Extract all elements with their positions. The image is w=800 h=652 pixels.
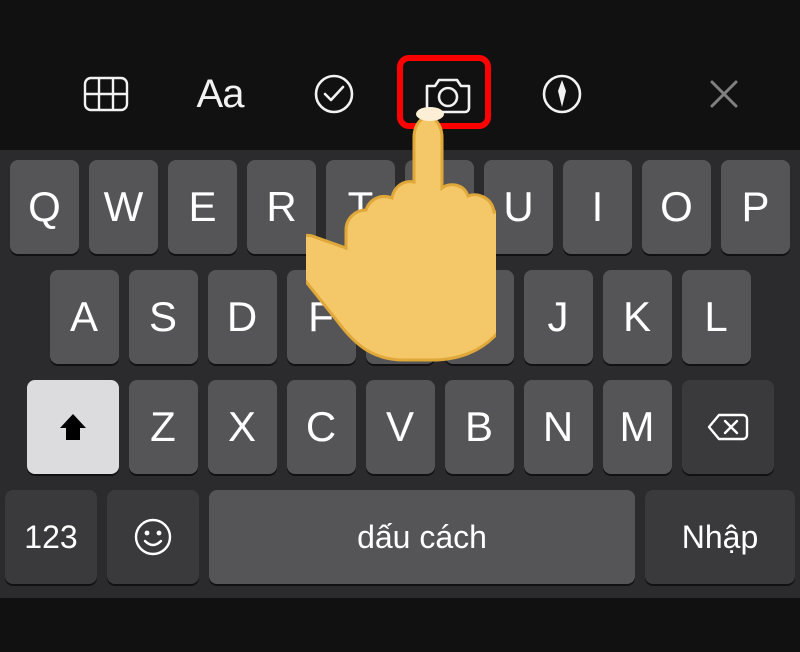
key-q[interactable]: Q — [10, 160, 79, 254]
return-key[interactable]: Nhập — [645, 490, 795, 584]
key-z[interactable]: Z — [129, 380, 198, 474]
key-l[interactable]: L — [682, 270, 751, 364]
close-icon[interactable] — [698, 68, 750, 120]
keyboard-row-2: A S D F G H J K L — [5, 270, 795, 364]
key-c[interactable]: C — [287, 380, 356, 474]
key-s[interactable]: S — [129, 270, 198, 364]
keyboard-row-3: Z X C V B N M — [5, 380, 795, 474]
key-a[interactable]: A — [50, 270, 119, 364]
emoji-key[interactable] — [107, 490, 199, 584]
text-format-icon[interactable]: Aa — [194, 68, 246, 120]
key-r[interactable]: R — [247, 160, 316, 254]
key-b[interactable]: B — [445, 380, 514, 474]
key-u[interactable]: U — [484, 160, 553, 254]
backspace-key[interactable] — [682, 380, 774, 474]
key-d[interactable]: D — [208, 270, 277, 364]
space-key[interactable]: dấu cách — [209, 490, 635, 584]
key-f[interactable]: F — [287, 270, 356, 364]
key-g[interactable]: G — [366, 270, 435, 364]
key-n[interactable]: N — [524, 380, 593, 474]
formatting-toolbar: Aa — [0, 58, 800, 130]
numeric-key[interactable]: 123 — [5, 490, 97, 584]
onscreen-keyboard: Q W E R T Y U I O P A S D F G H J K L Z … — [0, 150, 800, 598]
key-k[interactable]: K — [603, 270, 672, 364]
table-icon[interactable] — [80, 68, 132, 120]
keyboard-row-1: Q W E R T Y U I O P — [5, 160, 795, 254]
key-o[interactable]: O — [642, 160, 711, 254]
key-w[interactable]: W — [89, 160, 158, 254]
camera-icon[interactable] — [422, 68, 474, 120]
key-i[interactable]: I — [563, 160, 632, 254]
key-p[interactable]: P — [721, 160, 790, 254]
check-icon[interactable] — [308, 68, 360, 120]
key-h[interactable]: H — [445, 270, 514, 364]
shift-key[interactable] — [27, 380, 119, 474]
keyboard-row-4: 123 dấu cách Nhập — [5, 490, 795, 584]
key-t[interactable]: T — [326, 160, 395, 254]
key-y[interactable]: Y — [405, 160, 474, 254]
key-m[interactable]: M — [603, 380, 672, 474]
key-v[interactable]: V — [366, 380, 435, 474]
markup-icon[interactable] — [536, 68, 588, 120]
key-e[interactable]: E — [168, 160, 237, 254]
key-j[interactable]: J — [524, 270, 593, 364]
key-x[interactable]: X — [208, 380, 277, 474]
